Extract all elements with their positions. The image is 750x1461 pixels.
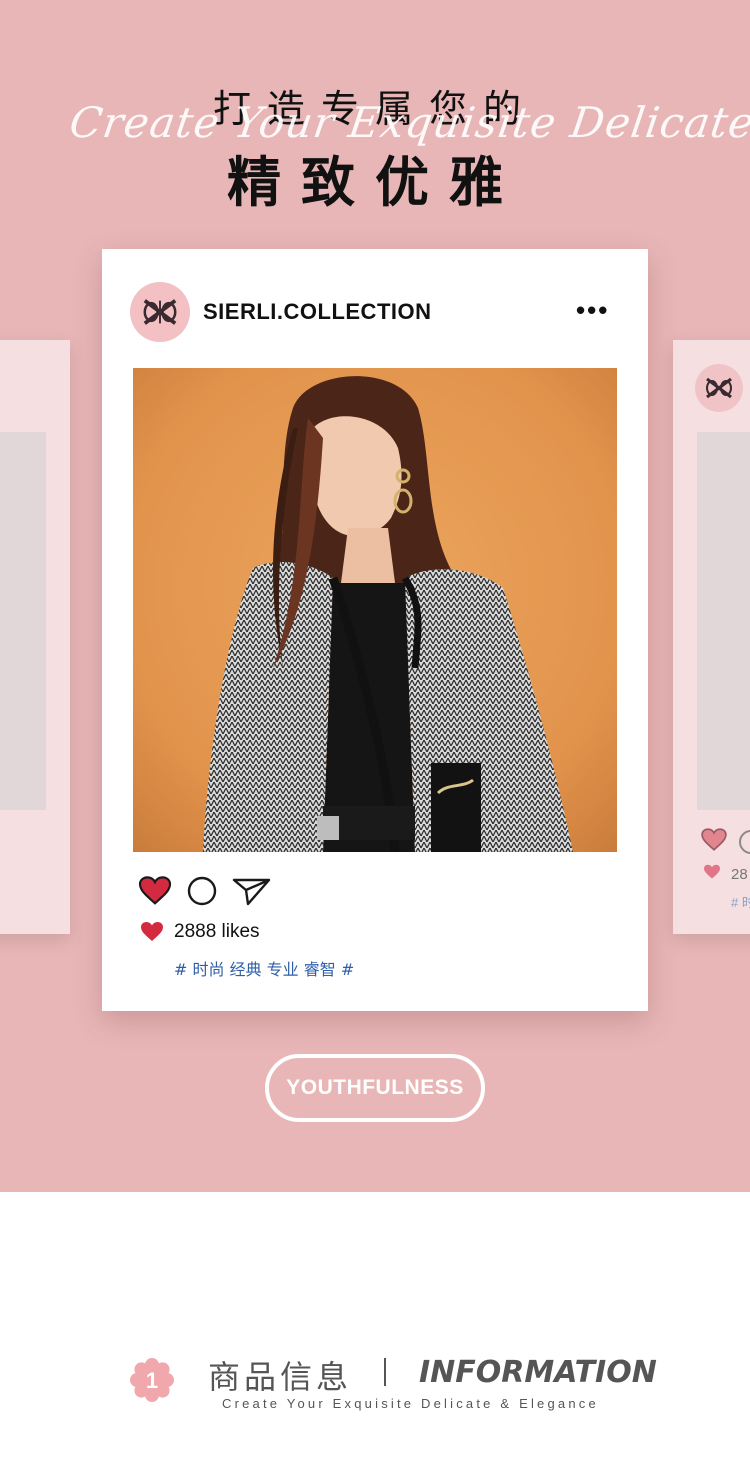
- brand-name[interactable]: SIERLI.COLLECTION: [203, 299, 432, 325]
- side-card-right-image-placeholder: [697, 432, 750, 810]
- post-actions: [138, 873, 272, 909]
- hero-banner: 打造专属您的 Create Your Exquisite Delicate & …: [0, 0, 750, 1192]
- info-title-en: INFORMATION: [419, 1355, 657, 1390]
- info-subtitle: Create Your Exquisite Delicate & Eleganc…: [222, 1396, 599, 1411]
- info-divider: [384, 1358, 386, 1386]
- post-photo[interactable]: [133, 368, 617, 852]
- flower-number-icon: 1: [130, 1358, 174, 1402]
- headline-line2: 精致优雅: [227, 151, 523, 214]
- heart-icon: [704, 864, 720, 879]
- side-card-likes: 28: [731, 866, 748, 883]
- section-number: 1: [146, 1368, 158, 1393]
- side-card-hashtags: # 时: [731, 895, 750, 910]
- side-card-right[interactable]: 28 # 时: [673, 340, 750, 934]
- likes-count[interactable]: 2888 likes: [174, 921, 260, 943]
- post-hashtags[interactable]: # 时尚 经典 专业 睿智 #: [174, 956, 354, 980]
- share-icon[interactable]: [232, 875, 272, 907]
- heart-icon[interactable]: [138, 876, 172, 906]
- info-section-header: 1 商品信息 INFORMATION Create Your Exquisite…: [0, 1192, 750, 1461]
- post-card: SIERLI.COLLECTION ••• 2888 likes # 时尚 经典…: [102, 249, 648, 1011]
- more-icon[interactable]: •••: [576, 297, 609, 323]
- heart-icon: [701, 828, 727, 851]
- heart-icon: [141, 922, 163, 941]
- youthfulness-label: YOUTHFULNESS: [286, 1076, 464, 1099]
- brand-logo-icon: [695, 364, 743, 412]
- comment-icon: [739, 830, 750, 854]
- side-card-left-image-placeholder: [0, 432, 46, 810]
- brand-logo-icon[interactable]: [130, 282, 190, 342]
- info-title-cn: 商品信息: [208, 1358, 353, 1396]
- likes-row: 2888 likes: [140, 921, 260, 943]
- comment-icon[interactable]: [186, 875, 218, 907]
- side-card-left[interactable]: [0, 340, 70, 934]
- youthfulness-button[interactable]: YOUTHFULNESS: [265, 1054, 485, 1122]
